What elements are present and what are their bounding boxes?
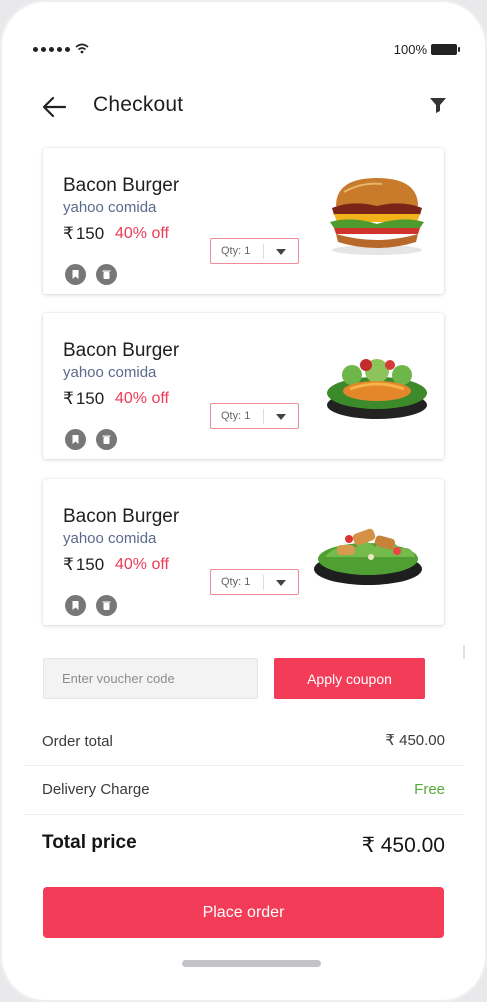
arrow-left-icon[interactable] — [40, 92, 70, 122]
page-title: Checkout — [93, 93, 184, 116]
cart-item: Bacon Burger yahoo comida ₹150 40% off Q… — [43, 313, 444, 459]
order-total-label: Order total — [42, 733, 113, 750]
order-total-value: ₹ 450.00 — [385, 732, 445, 749]
cart-item: Bacon Burger yahoo comida ₹150 40% off Q… — [43, 148, 444, 294]
discount-label: 40% off — [115, 556, 169, 573]
delivery-value: Free — [414, 781, 445, 798]
total-price-value: ₹ 450.00 — [361, 834, 445, 857]
discount-label: 40% off — [115, 225, 169, 242]
quantity-dropdown[interactable]: Qty: 1 — [210, 403, 299, 429]
divider — [24, 814, 463, 815]
phone-screen: 100% Checkout Bacon Burger yahoo comida … — [0, 0, 487, 1002]
chicken-salad-image — [314, 528, 422, 585]
scrollbar[interactable] — [463, 645, 465, 659]
trash-icon[interactable] — [96, 429, 117, 450]
battery-icon — [431, 44, 460, 55]
chevron-down-icon — [276, 249, 286, 255]
home-indicator[interactable] — [182, 960, 321, 967]
battery-percentage: 100% — [393, 42, 427, 57]
voucher-code-input[interactable] — [43, 658, 258, 699]
trash-icon[interactable] — [96, 264, 117, 285]
total-price-row: Total price ₹ 450.00 — [24, 831, 463, 879]
bookmark-icon[interactable] — [65, 429, 86, 450]
filter-icon[interactable] — [429, 96, 447, 114]
restaurant-name: yahoo comida — [63, 364, 157, 381]
restaurant-name: yahoo comida — [63, 199, 157, 216]
divider — [24, 765, 463, 766]
cart-item: Bacon Burger yahoo comida ₹150 40% off Q… — [43, 479, 444, 625]
status-bar: 100% — [33, 42, 460, 60]
delivery-label: Delivery Charge — [42, 781, 150, 798]
header: Checkout — [40, 88, 447, 124]
item-name: Bacon Burger — [63, 175, 180, 196]
item-name: Bacon Burger — [63, 506, 180, 527]
item-name: Bacon Burger — [63, 340, 180, 361]
salad-bowl-image — [327, 359, 427, 419]
total-price-label: Total price — [42, 832, 137, 853]
chevron-down-icon — [276, 580, 286, 586]
restaurant-name: yahoo comida — [63, 530, 157, 547]
burger-image — [330, 178, 424, 255]
bookmark-icon[interactable] — [65, 264, 86, 285]
quantity-label: Qty: 1 — [221, 410, 251, 422]
bookmark-icon[interactable] — [65, 595, 86, 616]
discount-label: 40% off — [115, 390, 169, 407]
order-total-row: Order total ₹ 450.00 — [24, 731, 463, 779]
quantity-dropdown[interactable]: Qty: 1 — [210, 569, 299, 595]
quantity-label: Qty: 1 — [221, 576, 251, 588]
quantity-label: Qty: 1 — [221, 245, 251, 257]
item-price: ₹150 — [63, 224, 105, 243]
signal-icon — [33, 47, 70, 52]
chevron-down-icon — [276, 414, 286, 420]
apply-coupon-button[interactable]: Apply coupon — [274, 658, 425, 699]
quantity-dropdown[interactable]: Qty: 1 — [210, 238, 299, 264]
place-order-button[interactable]: Place order — [43, 887, 444, 938]
delivery-row: Delivery Charge Free — [24, 781, 463, 829]
trash-icon[interactable] — [96, 595, 117, 616]
item-price: ₹150 — [63, 389, 105, 408]
wifi-icon — [75, 43, 89, 54]
item-price: ₹150 — [63, 555, 105, 574]
